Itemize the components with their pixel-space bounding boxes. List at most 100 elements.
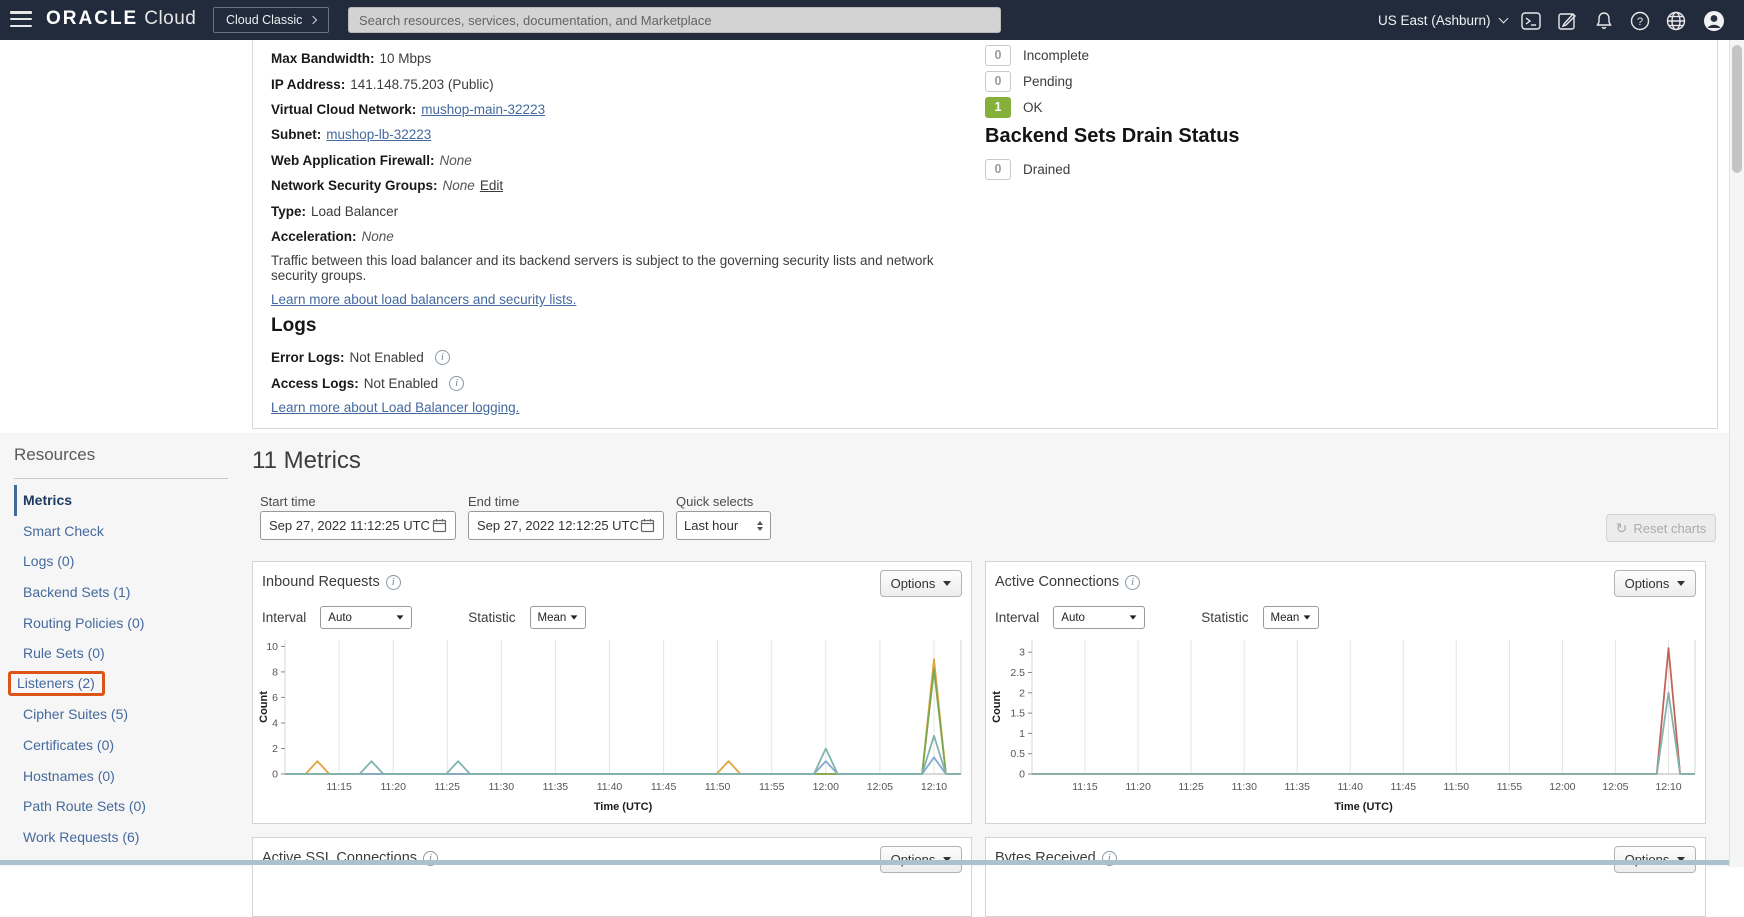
vcn-link[interactable]: mushop-main-32223 (421, 102, 545, 117)
detail-label: Access Logs: (271, 376, 359, 391)
inbound-requests-chart: 11:1511:2011:2511:3011:3511:4011:4511:50… (255, 626, 969, 822)
detail-value: Not Enabled (350, 350, 424, 365)
detail-value: 141.148.75.203 (Public) (350, 77, 493, 92)
end-time-input[interactable]: Sep 27, 2022 12:12:25 UTC (468, 511, 664, 540)
subnet-link[interactable]: mushop-lb-32223 (326, 127, 431, 142)
scrollbar-thumb[interactable] (1732, 45, 1742, 173)
sidebar-item-metrics[interactable]: Metrics (14, 485, 228, 516)
highlight-annotation-box: Listeners (2) (8, 671, 105, 696)
options-button[interactable]: Options (1614, 570, 1696, 597)
cloud-classic-button[interactable]: Cloud Classic (213, 7, 329, 33)
detail-value: Not Enabled (364, 376, 438, 391)
security-lists-link[interactable]: Learn more about load balancers and secu… (271, 292, 576, 307)
start-time-input[interactable]: Sep 27, 2022 11:12:25 UTC (260, 511, 456, 540)
detail-label: Type: (271, 204, 306, 219)
svg-text:11:40: 11:40 (597, 781, 623, 793)
load-balancer-details-card: Max Bandwidth:10 Mbps IP Address:141.148… (252, 40, 1718, 429)
chevron-right-icon (309, 16, 317, 24)
logging-link[interactable]: Learn more about Load Balancer logging. (271, 400, 519, 415)
svg-text:12:10: 12:10 (1655, 781, 1681, 793)
detail-value: None (440, 153, 472, 168)
info-icon[interactable]: i (386, 575, 401, 590)
svg-text:11:50: 11:50 (1444, 781, 1470, 793)
svg-text:11:30: 11:30 (1231, 781, 1257, 793)
detail-label: Max Bandwidth: (271, 51, 375, 66)
sidebar-item-backend-sets[interactable]: Backend Sets (1) (14, 577, 228, 608)
end-time-label: End time (468, 494, 519, 509)
backend-sets-status: 0Incomplete 0Pending 1OK Backend Sets Dr… (985, 42, 1405, 182)
detail-value: None (443, 178, 475, 193)
info-icon[interactable]: i (449, 376, 464, 391)
sidebar-item-routing-policies[interactable]: Routing Policies (0) (14, 607, 228, 638)
svg-text:4: 4 (272, 718, 278, 730)
chart-card-bytes-received: Bytes Receivedi Options (985, 837, 1706, 917)
detail-label: Web Application Firewall: (271, 153, 435, 168)
status-badge: 0 (985, 71, 1011, 92)
svg-text:Time (UTC): Time (UTC) (1334, 801, 1393, 813)
help-icon[interactable]: ? (1628, 9, 1652, 33)
sidebar-item-path-route-sets[interactable]: Path Route Sets (0) (14, 791, 228, 822)
options-button[interactable]: Options (880, 570, 962, 597)
svg-text:2: 2 (1019, 687, 1025, 699)
status-badge: 0 (985, 45, 1011, 66)
statistic-label: Statistic (1201, 610, 1248, 625)
security-note: Traffic between this load balancer and i… (271, 253, 971, 283)
chart-title: Inbound Requests (262, 574, 380, 590)
detail-row: Access Logs: Not Enabled i (271, 371, 971, 396)
status-label: Drained (1023, 162, 1070, 177)
drain-status-heading: Backend Sets Drain Status (985, 125, 1405, 148)
stepper-icon (757, 521, 763, 531)
detail-value: Load Balancer (311, 204, 398, 219)
quick-selects-dropdown[interactable]: Last hour (676, 511, 771, 540)
sidebar-item-rule-sets[interactable]: Rule Sets (0) (14, 638, 228, 669)
svg-text:11:35: 11:35 (1284, 781, 1310, 793)
sidebar-item-smart-check[interactable]: Smart Check (14, 516, 228, 547)
svg-text:1.5: 1.5 (1010, 708, 1025, 720)
caret-down-icon (943, 581, 951, 586)
calendar-icon (640, 518, 655, 533)
sidebar-item-hostnames[interactable]: Hostnames (0) (14, 760, 228, 791)
sidebar-item-certificates[interactable]: Certificates (0) (14, 730, 228, 761)
sidebar-item-work-requests[interactable]: Work Requests (6) (14, 822, 228, 853)
hamburger-menu-icon[interactable] (10, 11, 34, 29)
vertical-scrollbar[interactable] (1729, 40, 1744, 867)
svg-text:0: 0 (1019, 769, 1025, 781)
reset-charts-button[interactable]: ↻ Reset charts (1606, 514, 1716, 542)
chart-card-active-ssl-connections: Active SSL Connectionsi Options (252, 837, 972, 917)
info-icon[interactable]: i (1125, 575, 1140, 590)
profile-avatar-icon[interactable] (1702, 9, 1726, 33)
notifications-bell-icon[interactable] (1592, 9, 1616, 33)
detail-value: None (362, 229, 394, 244)
search-input[interactable] (349, 8, 1000, 32)
active-connections-chart: 11:1511:2011:2511:3011:3511:4011:4511:50… (988, 626, 1703, 822)
cloud-shell-icon[interactable] (1519, 9, 1543, 33)
resources-sidebar: Resources Metrics Smart Check Logs (0) B… (14, 445, 228, 852)
start-time-label: Start time (260, 494, 316, 509)
svg-text:11:45: 11:45 (651, 781, 677, 793)
info-icon[interactable]: i (435, 350, 450, 365)
detail-row: Max Bandwidth:10 Mbps (271, 46, 971, 71)
svg-text:0: 0 (272, 769, 278, 781)
status-badge-ok: 1 (985, 97, 1011, 118)
sidebar-item-cipher-suites[interactable]: Cipher Suites (5) (14, 699, 228, 730)
announcements-edit-icon[interactable] (1555, 9, 1579, 33)
svg-text:11:55: 11:55 (1497, 781, 1523, 793)
language-globe-icon[interactable] (1664, 9, 1688, 33)
metrics-heading: 11 Metrics (252, 447, 361, 475)
svg-text:12:00: 12:00 (813, 781, 839, 793)
region-selector[interactable]: US East (Ashburn) (1378, 0, 1507, 40)
caret-down-icon (1677, 581, 1685, 586)
sidebar-item-listeners[interactable]: Listeners (2) (14, 669, 228, 700)
svg-text:Time (UTC): Time (UTC) (594, 801, 653, 813)
svg-text:Count: Count (258, 691, 270, 723)
brand-cloud: Cloud (144, 8, 196, 29)
detail-label: Virtual Cloud Network: (271, 102, 416, 117)
detail-label: Subnet: (271, 127, 321, 142)
svg-text:12:00: 12:00 (1549, 781, 1575, 793)
sidebar-item-logs[interactable]: Logs (0) (14, 546, 228, 577)
edit-nsg-link[interactable]: Edit (480, 178, 503, 193)
svg-text:?: ? (1637, 16, 1643, 28)
status-label: Incomplete (1023, 48, 1089, 63)
detail-row: Error Logs:Not Enabledi (271, 345, 971, 370)
svg-text:0.5: 0.5 (1010, 748, 1025, 760)
